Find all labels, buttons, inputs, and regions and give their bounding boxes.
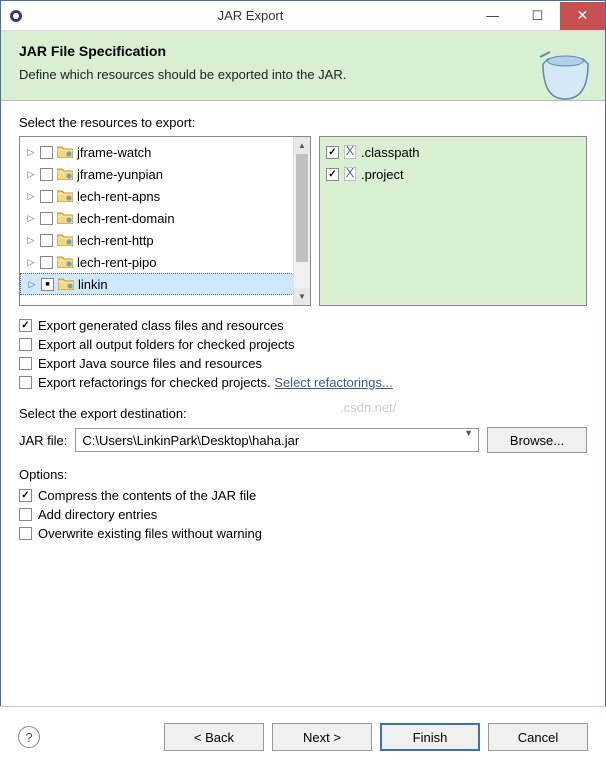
next-button[interactable]: Next > (272, 723, 372, 751)
compress-option: Overwrite existing files without warning (19, 526, 587, 541)
export-option: Export all output folders for checked pr… (19, 337, 587, 352)
export-option: Export refactorings for checked projects… (19, 375, 587, 390)
tree-item-label: lech-rent-http (77, 233, 154, 248)
file-icon: X (343, 145, 357, 159)
folder-icon (57, 256, 73, 268)
options-label: Options: (19, 467, 587, 482)
folder-icon (57, 168, 73, 180)
tree-checkbox[interactable] (41, 278, 54, 291)
folder-icon (57, 212, 73, 224)
compress-option: Add directory entries (19, 507, 587, 522)
file-icon: X (343, 167, 357, 181)
app-icon (1, 8, 31, 24)
tree-item-label: lech-rent-domain (77, 211, 175, 226)
option-label: Compress the contents of the JAR file (38, 488, 256, 503)
tree-item[interactable]: ▷ lech-rent-domain (20, 207, 310, 229)
option-checkbox[interactable] (19, 338, 32, 351)
tree-item[interactable]: ▷ linkin (20, 273, 310, 295)
tree-scrollbar[interactable]: ▲ ▼ (293, 137, 310, 305)
expand-icon[interactable]: ▷ (27, 279, 37, 289)
tree-item-label: lech-rent-apns (77, 189, 160, 204)
file-item-label: .classpath (361, 145, 420, 160)
expand-icon[interactable]: ▷ (26, 257, 36, 267)
back-button[interactable]: < Back (164, 723, 264, 751)
expand-icon[interactable]: ▷ (26, 235, 36, 245)
files-panel[interactable]: X .classpath X .project (319, 136, 587, 306)
tree-item[interactable]: ▷ lech-rent-http (20, 229, 310, 251)
jar-file-input[interactable] (75, 428, 479, 452)
folder-icon (58, 278, 74, 290)
tree-checkbox[interactable] (40, 146, 53, 159)
option-label: Export all output folders for checked pr… (38, 337, 295, 352)
tree-checkbox[interactable] (40, 212, 53, 225)
tree-checkbox[interactable] (40, 168, 53, 181)
option-label: Overwrite existing files without warning (38, 526, 262, 541)
option-checkbox[interactable] (19, 357, 32, 370)
titlebar: JAR Export — ☐ ✕ (1, 1, 605, 31)
window-title: JAR Export (31, 8, 470, 23)
browse-button[interactable]: Browse... (487, 427, 587, 453)
file-checkbox[interactable] (326, 146, 339, 159)
svg-text:X: X (346, 145, 355, 158)
tree-item[interactable]: ▷ lech-rent-apns (20, 185, 310, 207)
file-item[interactable]: X .project (320, 163, 586, 185)
finish-button[interactable]: Finish (380, 723, 480, 751)
expand-icon[interactable]: ▷ (26, 169, 36, 179)
help-icon[interactable]: ? (18, 726, 40, 748)
tree-item[interactable]: ▷ jframe-watch (20, 141, 310, 163)
scroll-thumb[interactable] (296, 154, 308, 262)
file-item-label: .project (361, 167, 404, 182)
option-checkbox[interactable] (19, 319, 32, 332)
option-checkbox[interactable] (19, 489, 32, 502)
expand-icon[interactable]: ▷ (26, 147, 36, 157)
tree-item[interactable]: ▷ lech-rent-pipo (20, 251, 310, 273)
destination-label: Select the export destination: (19, 406, 587, 421)
folder-icon (57, 234, 73, 246)
refactorings-link[interactable]: Select refactorings... (274, 375, 393, 390)
scroll-up-arrow[interactable]: ▲ (294, 137, 310, 154)
tree-item-label: jframe-watch (77, 145, 151, 160)
minimize-button[interactable]: — (470, 2, 515, 30)
tree-item[interactable]: ▷ jframe-yunpian (20, 163, 310, 185)
page-subtitle: Define which resources should be exporte… (19, 67, 587, 82)
maximize-button[interactable]: ☐ (515, 2, 560, 30)
wizard-header: JAR File Specification Define which reso… (1, 31, 605, 101)
resources-tree-panel[interactable]: ▷ jframe-watch ▷ jframe-yunpian ▷ lech-rent-a… (19, 136, 311, 306)
option-checkbox[interactable] (19, 376, 32, 389)
expand-icon[interactable]: ▷ (26, 213, 36, 223)
expand-icon[interactable]: ▷ (26, 191, 36, 201)
option-label: Add directory entries (38, 507, 157, 522)
resources-label: Select the resources to export: (19, 115, 587, 130)
scroll-down-arrow[interactable]: ▼ (294, 288, 310, 305)
wizard-footer: ? < Back Next > Finish Cancel (0, 706, 606, 771)
tree-item-label: linkin (78, 277, 108, 292)
jar-icon (538, 49, 593, 104)
jar-file-label: JAR file: (19, 433, 67, 448)
option-label: Export refactorings for checked projects… (38, 375, 393, 390)
svg-text:X: X (346, 167, 355, 180)
folder-icon (57, 146, 73, 158)
tree-checkbox[interactable] (40, 256, 53, 269)
close-button[interactable]: ✕ (560, 2, 605, 30)
file-checkbox[interactable] (326, 168, 339, 181)
option-label: Export Java source files and resources (38, 356, 262, 371)
tree-item-label: jframe-yunpian (77, 167, 163, 182)
option-label: Export generated class files and resourc… (38, 318, 284, 333)
option-checkbox[interactable] (19, 527, 32, 540)
file-item[interactable]: X .classpath (320, 141, 586, 163)
tree-item-label: lech-rent-pipo (77, 255, 157, 270)
export-option: Export Java source files and resources (19, 356, 587, 371)
cancel-button[interactable]: Cancel (488, 723, 588, 751)
export-option: Export generated class files and resourc… (19, 318, 587, 333)
compress-option: Compress the contents of the JAR file (19, 488, 587, 503)
tree-checkbox[interactable] (40, 234, 53, 247)
page-title: JAR File Specification (19, 43, 587, 59)
option-checkbox[interactable] (19, 508, 32, 521)
tree-checkbox[interactable] (40, 190, 53, 203)
folder-icon (57, 190, 73, 202)
